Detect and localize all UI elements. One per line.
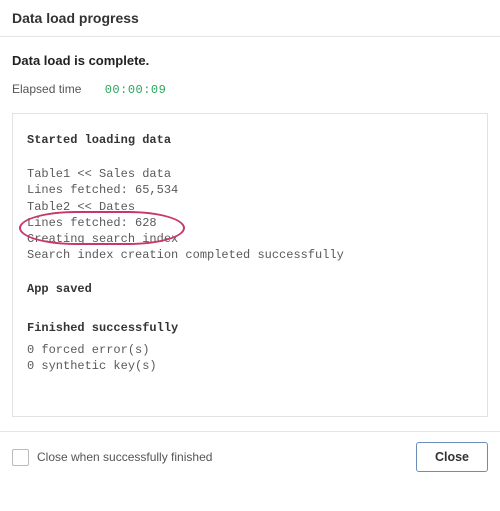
dialog-body: Data load is complete. Elapsed time 00:0… xyxy=(0,37,500,417)
log-line: Table2 << Dates xyxy=(27,199,473,215)
load-status: Data load is complete. xyxy=(12,53,488,68)
log-line: Lines fetched: 65,534 xyxy=(27,182,473,198)
log-finish-heading: Finished successfully xyxy=(27,320,473,336)
dialog-title: Data load progress xyxy=(0,0,500,37)
close-when-finished-option[interactable]: Close when successfully finished xyxy=(12,449,212,466)
log-finish-line: 0 synthetic key(s) xyxy=(27,358,473,374)
checkbox-label: Close when successfully finished xyxy=(37,450,212,464)
log-finish-line: 0 forced error(s) xyxy=(27,342,473,358)
log-line: Search index creation completed successf… xyxy=(27,247,473,263)
checkbox-icon[interactable] xyxy=(12,449,29,466)
log-start-heading: Started loading data xyxy=(27,132,473,148)
elapsed-row: Elapsed time 00:00:09 xyxy=(12,82,488,97)
log-app-saved-heading: App saved xyxy=(27,281,473,297)
log-lines: Table1 << Sales data Lines fetched: 65,5… xyxy=(27,166,473,263)
dialog-footer: Close when successfully finished Close xyxy=(0,431,500,482)
close-button[interactable]: Close xyxy=(416,442,488,472)
log-line: Creating search index xyxy=(27,231,473,247)
elapsed-label: Elapsed time xyxy=(12,82,81,96)
log-line: Lines fetched: 628 xyxy=(27,215,473,231)
elapsed-value: 00:00:09 xyxy=(105,83,167,97)
log-line: Table1 << Sales data xyxy=(27,166,473,182)
log-output: Started loading data Table1 << Sales dat… xyxy=(12,113,488,417)
